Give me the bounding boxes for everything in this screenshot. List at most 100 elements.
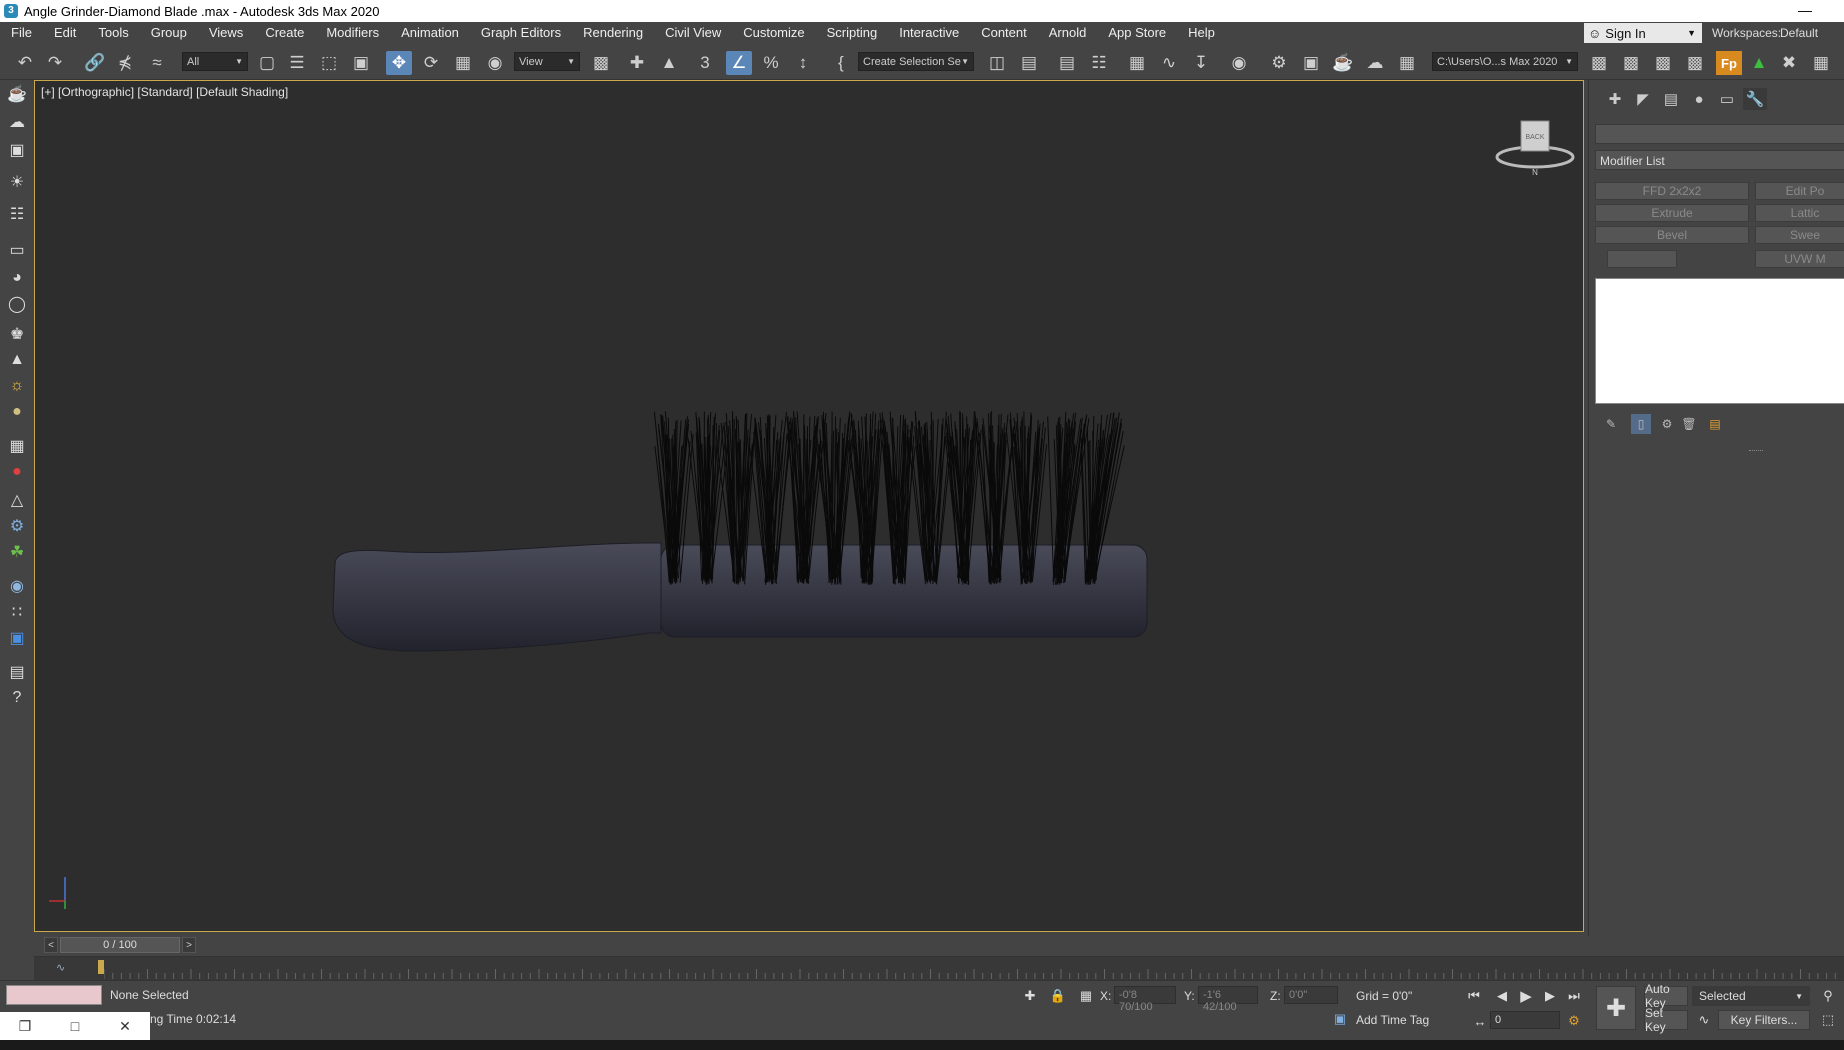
gear-icon[interactable]: ⚙ — [4, 514, 30, 538]
a360-gallery-icon[interactable]: ▦ — [1394, 51, 1420, 75]
unlink-icon[interactable]: ⋠ — [112, 51, 138, 75]
go-to-end-icon[interactable]: ⏭ — [1564, 986, 1584, 1006]
menu-civil-view[interactable]: Civil View — [654, 22, 732, 44]
menu-animation[interactable]: Animation — [390, 22, 470, 44]
modifier-button-sweep[interactable]: Swee — [1755, 226, 1844, 244]
teapot-icon[interactable]: ☕ — [4, 82, 30, 106]
time-configuration-icon[interactable]: ⚙ — [1564, 1011, 1584, 1031]
select-and-scale-icon[interactable]: ▦ — [450, 51, 476, 75]
modifier-button-extrude[interactable]: Extrude — [1595, 204, 1749, 222]
previous-frame-icon[interactable]: ◀ — [1492, 986, 1512, 1006]
align-icon[interactable]: ▤ — [1016, 51, 1042, 75]
time-slider[interactable]: < 0 / 100 > — [34, 936, 1844, 956]
sphere-icon[interactable]: ◯ — [4, 292, 30, 316]
link-icon[interactable]: 🔗 — [82, 51, 108, 75]
edit-named-selection-icon[interactable]: { — [828, 51, 854, 75]
select-manipulate-icon[interactable]: ✚ — [624, 51, 650, 75]
maxscript-listener-mini[interactable] — [6, 985, 102, 1005]
motion-tab-icon[interactable]: ● — [1687, 88, 1711, 110]
next-frame-icon[interactable]: ▶ — [1540, 986, 1560, 1006]
zoom-extents-icon[interactable]: ⬚ — [1818, 1010, 1838, 1030]
menu-modifiers[interactable]: Modifiers — [315, 22, 390, 44]
modifier-button-uvw-map[interactable]: UVW M — [1755, 250, 1844, 268]
zoom-icon[interactable]: ⚲ — [1818, 986, 1838, 1006]
track-bar[interactable]: ∿ — [34, 956, 1844, 980]
bind-space-warp-icon[interactable]: ≈ — [144, 51, 170, 75]
close-icon[interactable]: ✕ — [100, 1018, 150, 1035]
modifier-stack[interactable] — [1595, 278, 1844, 404]
menu-rendering[interactable]: Rendering — [572, 22, 654, 44]
absolute-mode-icon[interactable]: ▦ — [1076, 986, 1096, 1006]
named-selection-dropdown[interactable]: Create Selection Se ▼ — [858, 52, 974, 71]
material-spheres-icon[interactable]: ∷ — [4, 600, 30, 624]
sun-icon[interactable]: ☼ — [4, 374, 30, 398]
selection-filter-dropdown[interactable]: All ▼ — [182, 52, 248, 71]
render-object-icon[interactable]: ▣ — [4, 626, 30, 650]
menu-arnold[interactable]: Arnold — [1038, 22, 1098, 44]
menu-tools[interactable]: Tools — [87, 22, 139, 44]
go-to-start-icon[interactable]: ⏮ — [1464, 986, 1484, 1006]
menu-content[interactable]: Content — [970, 22, 1038, 44]
configure-modifier-sets-icon[interactable]: ▤ — [1705, 414, 1725, 434]
render-setup-icon[interactable]: ⚙ — [1266, 51, 1292, 75]
minimize-button[interactable]: — — [1798, 2, 1812, 18]
rectangular-selection-icon[interactable]: ⬚ — [316, 51, 342, 75]
brush-model[interactable] — [35, 81, 1583, 931]
key-selection-dropdown[interactable]: Selected ▼ — [1692, 986, 1810, 1006]
object-name-field[interactable] — [1595, 124, 1844, 144]
z-coordinate-field[interactable]: 0'0" — [1284, 986, 1338, 1004]
curve-editor-icon[interactable]: ∿ — [1156, 51, 1182, 75]
keyboard-shortcut-override-icon[interactable]: ▲ — [656, 51, 682, 75]
create-tab-icon[interactable]: ✚ — [1603, 88, 1627, 110]
pin-stack-icon[interactable]: ✎ — [1601, 414, 1621, 434]
utility-icon[interactable]: ▤ — [4, 660, 30, 684]
modifier-button-edit-poly[interactable]: Edit Po — [1755, 182, 1844, 200]
cone-icon[interactable]: ▲ — [4, 348, 30, 372]
menu-help[interactable]: Help — [1177, 22, 1226, 44]
railclone-tree-icon[interactable]: ▲ — [1746, 51, 1772, 75]
select-by-name-icon[interactable]: ☰ — [284, 51, 310, 75]
container-inherit-icon[interactable]: ▩ — [1618, 51, 1644, 75]
workspace-select[interactable]: Default — [1780, 22, 1818, 44]
add-time-tag[interactable]: Add Time Tag — [1356, 1013, 1429, 1027]
maximize-icon[interactable]: □ — [50, 1018, 100, 1034]
time-slider-next-button[interactable]: > — [182, 937, 196, 953]
play-icon[interactable]: ▶ — [1516, 986, 1536, 1006]
rendered-frame-window-icon[interactable]: ▣ — [1298, 51, 1324, 75]
menu-views[interactable]: Views — [198, 22, 254, 44]
sign-in-dropdown[interactable]: ☺ Sign In ▼ — [1584, 23, 1702, 43]
menu-scripting[interactable]: Scripting — [816, 22, 889, 44]
key-filters-button[interactable]: Key Filters... — [1718, 1010, 1810, 1030]
hemisphere-icon[interactable]: ◕ — [4, 266, 30, 290]
frame-icon[interactable]: ▣ — [4, 138, 30, 162]
hierarchy-tab-icon[interactable]: ▤ — [1659, 88, 1683, 110]
time-tag-icon[interactable]: ▣ — [1330, 1009, 1350, 1029]
camera-rig-icon[interactable]: ☷ — [4, 202, 30, 226]
menu-create[interactable]: Create — [254, 22, 315, 44]
cloud-icon[interactable]: ☁ — [4, 110, 30, 134]
grass-icon[interactable]: ☘ — [4, 540, 30, 564]
restore-icon[interactable]: ❐ — [0, 1018, 50, 1035]
material-editor-icon[interactable]: ◉ — [1226, 51, 1252, 75]
percent-snap-icon[interactable]: % — [758, 51, 784, 75]
pivot-center-icon[interactable]: ▩ — [588, 51, 614, 75]
time-slider-prev-button[interactable]: < — [44, 937, 58, 953]
crown-icon[interactable]: ♚ — [4, 322, 30, 346]
help-icon[interactable]: ? — [4, 686, 30, 710]
x-coordinate-field[interactable]: -0'8 70/100 — [1114, 986, 1176, 1013]
snaps-toggle-icon[interactable]: 3 — [692, 51, 718, 75]
redo-icon[interactable]: ↷ — [42, 51, 68, 75]
menu-group[interactable]: Group — [140, 22, 198, 44]
modifier-list-dropdown[interactable]: Modifier List — [1595, 150, 1844, 170]
utilities-tab-icon[interactable]: 🔧 — [1743, 88, 1767, 110]
menu-graph-editors[interactable]: Graph Editors — [470, 22, 572, 44]
render-production-icon[interactable]: ☕ — [1330, 51, 1356, 75]
perspective-viewport[interactable]: [+] [Orthographic] [Standard] [Default S… — [34, 80, 1584, 932]
particles-icon[interactable]: ● — [4, 460, 30, 484]
scene-explorer-icon[interactable]: ▤ — [1054, 51, 1080, 75]
container-close-icon[interactable]: ▩ — [1682, 51, 1708, 75]
select-and-move-icon[interactable]: ✥ — [386, 51, 412, 75]
angle-snap-icon[interactable]: ∠ — [726, 51, 752, 75]
menu-file[interactable]: File — [0, 22, 43, 44]
pyramid-icon[interactable]: △ — [4, 488, 30, 512]
